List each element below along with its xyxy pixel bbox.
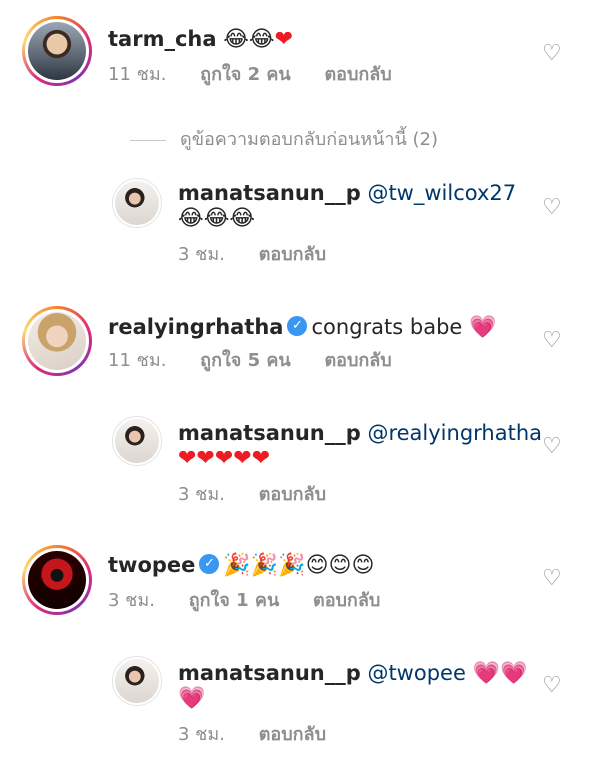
reply-button[interactable]: ตอบกลับ (313, 590, 380, 611)
avatar[interactable] (22, 545, 92, 615)
comment-username[interactable]: twopee (108, 553, 195, 577)
comment-text: congrats babe (311, 315, 463, 339)
reply-button[interactable]: ตอบกลับ (259, 244, 326, 265)
avatar[interactable] (112, 416, 162, 466)
divider (130, 139, 166, 141)
comment-text: 😂😂 (223, 27, 275, 52)
heart-outline-icon[interactable]: ♡ (542, 436, 564, 458)
reply-text: 😂😂😂 (178, 206, 256, 231)
avatar[interactable] (112, 178, 162, 228)
avatar[interactable] (22, 306, 92, 376)
reply-button[interactable]: ตอบกลับ (324, 64, 391, 85)
reply-time: 3 ชม. (178, 244, 225, 265)
reply-username[interactable]: manatsanun__p (178, 661, 361, 685)
comment-text: 🎉🎉🎉😊😊😊 (223, 553, 375, 578)
reply-mention[interactable]: @tw_wilcox27 (367, 181, 516, 205)
reply-text: ❤❤❤❤❤ (178, 446, 271, 471)
heart-outline-icon[interactable]: ♡ (542, 568, 564, 590)
heart-emoji: 💗 (469, 315, 497, 340)
reply-emoji-inline: 💗💗 (472, 661, 528, 686)
comment-likes[interactable]: ถูกใจ 2 คน (200, 64, 291, 85)
reply-mention[interactable]: @realyingrhatha (367, 421, 542, 445)
reply-button[interactable]: ตอบกลับ (259, 724, 326, 745)
heart-outline-icon[interactable]: ♡ (542, 675, 564, 697)
comment-username[interactable]: realyingrhatha (108, 315, 283, 339)
reply-username[interactable]: manatsanun__p (178, 421, 361, 445)
comment-time: 3 ชม. (108, 590, 155, 611)
reply-username[interactable]: manatsanun__p (178, 181, 361, 205)
view-previous-replies[interactable]: ดูข้อความตอบกลับก่อนหน้านี้ (2) (130, 124, 438, 153)
heart-emoji: ❤ (274, 27, 294, 52)
comment-likes[interactable]: ถูกใจ 5 คน (200, 350, 291, 371)
reply-button[interactable]: ตอบกลับ (324, 350, 391, 371)
comment-time: 11 ชม. (108, 64, 167, 85)
heart-outline-icon[interactable]: ♡ (542, 330, 564, 352)
comment-username[interactable]: tarm_cha (108, 27, 217, 51)
reply-time: 3 ชม. (178, 484, 225, 505)
verified-badge-icon: ✓ (287, 316, 308, 336)
heart-outline-icon[interactable]: ♡ (542, 43, 564, 65)
reply-mention[interactable]: @twopee (367, 661, 465, 685)
heart-outline-icon[interactable]: ♡ (542, 197, 564, 219)
reply-text: 💗 (178, 686, 206, 711)
verified-badge-icon: ✓ (199, 554, 220, 574)
avatar[interactable] (22, 16, 92, 86)
avatar[interactable] (112, 656, 162, 706)
comment-likes[interactable]: ถูกใจ 1 คน (189, 590, 280, 611)
view-previous-label: ดูข้อความตอบกลับก่อนหน้านี้ (2) (180, 129, 439, 150)
comment-time: 11 ชม. (108, 350, 167, 371)
reply-button[interactable]: ตอบกลับ (259, 484, 326, 505)
reply-time: 3 ชม. (178, 724, 225, 745)
